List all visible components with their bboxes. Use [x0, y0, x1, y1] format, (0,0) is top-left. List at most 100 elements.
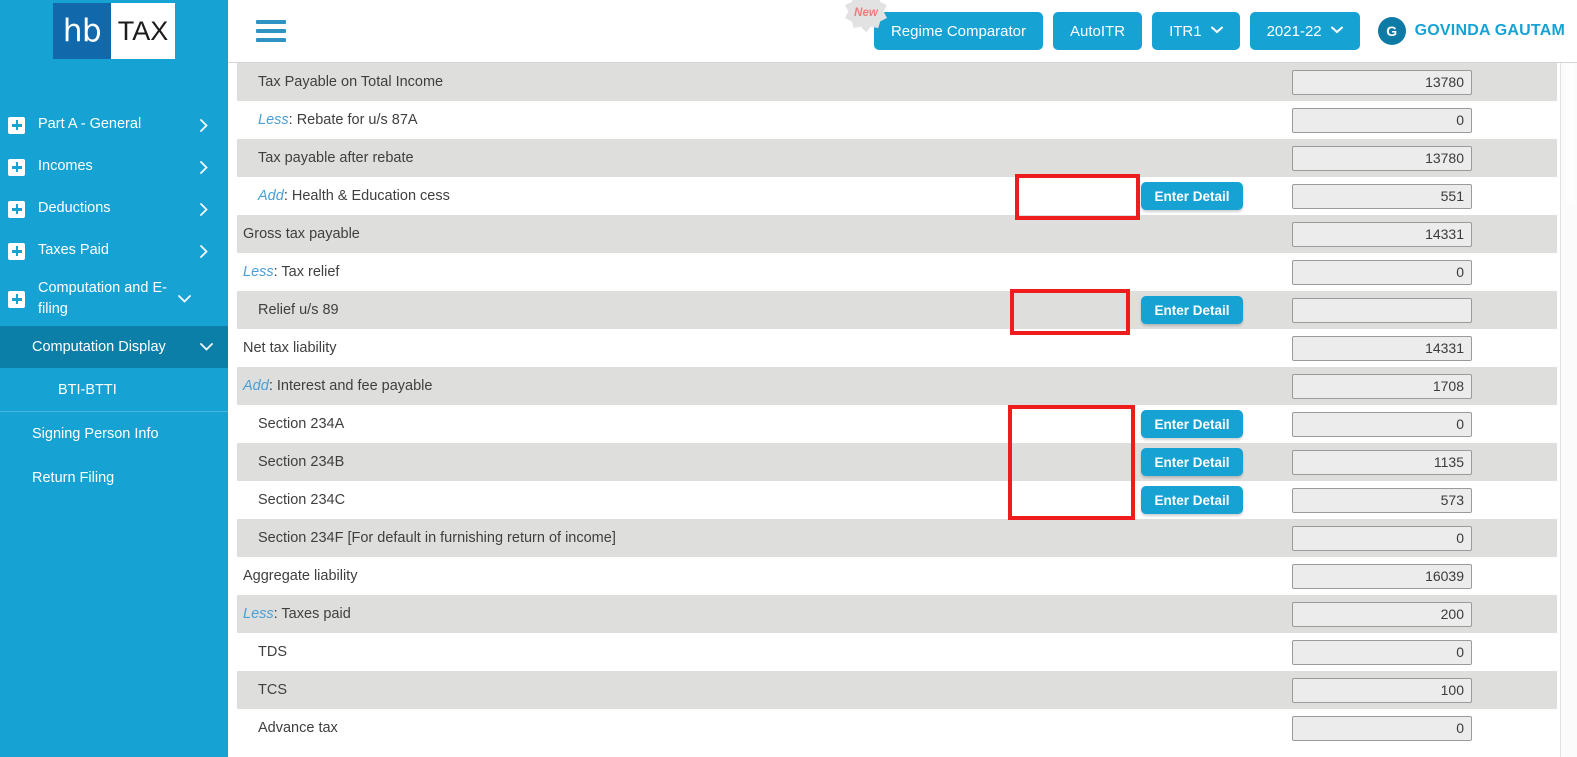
sidebar-item-return-filing[interactable]: Return Filing	[0, 456, 228, 500]
chevron-right-icon	[200, 160, 214, 174]
sidebar-item-computation-and-efiling[interactable]: Computation and E-filing	[0, 272, 228, 326]
row-value-cell	[1292, 487, 1557, 513]
user-menu[interactable]: G GOVINDA GAUTAM	[1377, 17, 1565, 45]
table-row: TDS	[237, 633, 1557, 671]
row-value-cell	[1292, 601, 1557, 627]
row-label: Relief u/s 89	[258, 302, 339, 318]
chevron-right-icon	[200, 118, 214, 132]
sidebar-subitem-label: BTI-BTTI	[58, 381, 117, 398]
row-value-input[interactable]	[1292, 449, 1472, 475]
enter-detail-button[interactable]: Enter Detail	[1141, 486, 1243, 514]
row-value-input[interactable]	[1292, 563, 1472, 589]
vertical-scrollbar[interactable]	[1560, 63, 1577, 757]
row-label: Gross tax payable	[243, 226, 360, 242]
row-value-input[interactable]	[1292, 297, 1472, 323]
row-action-cell: Enter Detail	[1092, 448, 1292, 476]
enter-detail-button[interactable]: Enter Detail	[1141, 296, 1243, 324]
chevron-down-icon	[1210, 26, 1223, 37]
main-area: New Regime Comparator AutoITR ITR1 2021-…	[228, 0, 1577, 757]
table-row: Relief u/s 89 Enter Detail	[237, 291, 1557, 329]
sidebar-item-computation-display[interactable]: Computation Display	[0, 326, 228, 369]
row-value-input[interactable]	[1292, 411, 1472, 437]
row-value-input[interactable]	[1292, 639, 1472, 665]
row-value-cell	[1292, 411, 1557, 437]
row-value-cell	[1292, 525, 1557, 551]
row-value-cell	[1292, 145, 1557, 171]
sidebar-item-label: Deductions	[38, 200, 111, 217]
regime-comparator-wrap: New Regime Comparator	[844, 0, 1044, 50]
sidebar-item-taxes-paid[interactable]: Taxes Paid	[0, 230, 228, 272]
sidebar-subitem-label: Signing Person Info	[32, 426, 159, 443]
row-value-input[interactable]	[1292, 677, 1472, 703]
plus-square-icon	[8, 290, 25, 308]
row-action-cell: Enter Detail	[1092, 182, 1292, 210]
avatar: G	[1377, 17, 1406, 45]
row-value-input[interactable]	[1292, 69, 1472, 95]
row-action-cell: Enter Detail	[1092, 486, 1292, 514]
assessment-year-dropdown[interactable]: 2021-22	[1249, 12, 1360, 50]
enter-detail-button[interactable]: Enter Detail	[1141, 410, 1243, 438]
enter-detail-button[interactable]: Enter Detail	[1141, 448, 1243, 476]
row-label: Add: Health & Education cess	[258, 188, 450, 204]
row-value-input[interactable]	[1292, 715, 1472, 741]
itr-type-dropdown[interactable]: ITR1	[1152, 12, 1240, 50]
app-logo[interactable]: hb TAX	[0, 0, 228, 62]
table-row: Tax Payable on Total Income	[237, 63, 1557, 101]
computation-table-container: Tax Payable on Total Income Less: Rebate …	[228, 62, 1577, 757]
computation-table: Tax Payable on Total Income Less: Rebate …	[237, 63, 1557, 747]
row-label-keyword: Add	[258, 188, 284, 204]
enter-detail-button[interactable]: Enter Detail	[1141, 182, 1243, 210]
sidebar-item-part-a-general[interactable]: Part A - General	[0, 104, 228, 146]
row-label: Advance tax	[258, 720, 338, 736]
plus-square-icon	[8, 116, 25, 134]
row-value-input[interactable]	[1292, 183, 1472, 209]
row-label: Aggregate liability	[243, 568, 358, 584]
row-value-input[interactable]	[1292, 373, 1472, 399]
row-label: Section 234A	[258, 416, 345, 432]
table-row: Net tax liability	[237, 329, 1557, 367]
itr-type-value: ITR1	[1169, 22, 1202, 40]
row-value-input[interactable]	[1292, 107, 1472, 133]
row-value-input[interactable]	[1292, 145, 1472, 171]
row-value-cell	[1292, 373, 1557, 399]
row-value-cell	[1292, 563, 1557, 589]
user-name-label: GOVINDA GAUTAM	[1414, 22, 1565, 39]
row-label: Section 234C	[258, 492, 346, 508]
sidebar-item-incomes[interactable]: Incomes	[0, 146, 228, 188]
row-value-input[interactable]	[1292, 259, 1472, 285]
row-label: Net tax liability	[243, 340, 337, 356]
regime-comparator-button[interactable]: Regime Comparator	[873, 12, 1044, 50]
row-label: TDS	[258, 644, 287, 660]
table-row: Less: Tax relief	[237, 253, 1557, 291]
table-row: Tax payable after rebate	[237, 139, 1557, 177]
chevron-right-icon	[200, 202, 214, 216]
sidebar-item-deductions[interactable]: Deductions	[0, 188, 228, 230]
sidebar-item-label: Incomes	[38, 158, 93, 175]
row-value-input[interactable]	[1292, 335, 1472, 361]
plus-square-icon	[8, 158, 25, 176]
row-value-cell	[1292, 449, 1557, 475]
row-label: Less: Tax relief	[243, 264, 340, 280]
sidebar-item-signing-person-info[interactable]: Signing Person Info	[0, 412, 228, 456]
auto-itr-button[interactable]: AutoITR	[1053, 12, 1143, 50]
row-label: Section 234B	[258, 454, 345, 470]
row-value-input[interactable]	[1292, 221, 1472, 247]
table-row: Section 234F [For default in furnishing …	[237, 519, 1557, 557]
row-value-input[interactable]	[1292, 487, 1472, 513]
assessment-year-value: 2021-22	[1266, 22, 1322, 40]
sidebar-item-label: Part A - General	[38, 116, 142, 133]
sidebar-item-bti-btti[interactable]: BTI-BTTI	[0, 368, 228, 413]
row-value-cell	[1292, 677, 1557, 703]
row-action-cell: Enter Detail	[1092, 296, 1292, 324]
sidebar-item-label: Taxes Paid	[38, 242, 109, 259]
row-value-input[interactable]	[1292, 601, 1472, 627]
logo-tax-text: TAX	[111, 3, 175, 59]
hamburger-menu-icon[interactable]	[256, 20, 286, 42]
top-bar: New Regime Comparator AutoITR ITR1 2021-…	[228, 0, 1577, 62]
scrollbar-thumb[interactable]	[1566, 63, 1575, 203]
row-value-cell	[1292, 69, 1557, 95]
row-value-input[interactable]	[1292, 525, 1472, 551]
sidebar-nav: Part A - General Incomes Deductions Taxe…	[0, 104, 228, 500]
table-row: Less: Rebate for u/s 87A	[237, 101, 1557, 139]
plus-square-icon	[8, 242, 25, 260]
